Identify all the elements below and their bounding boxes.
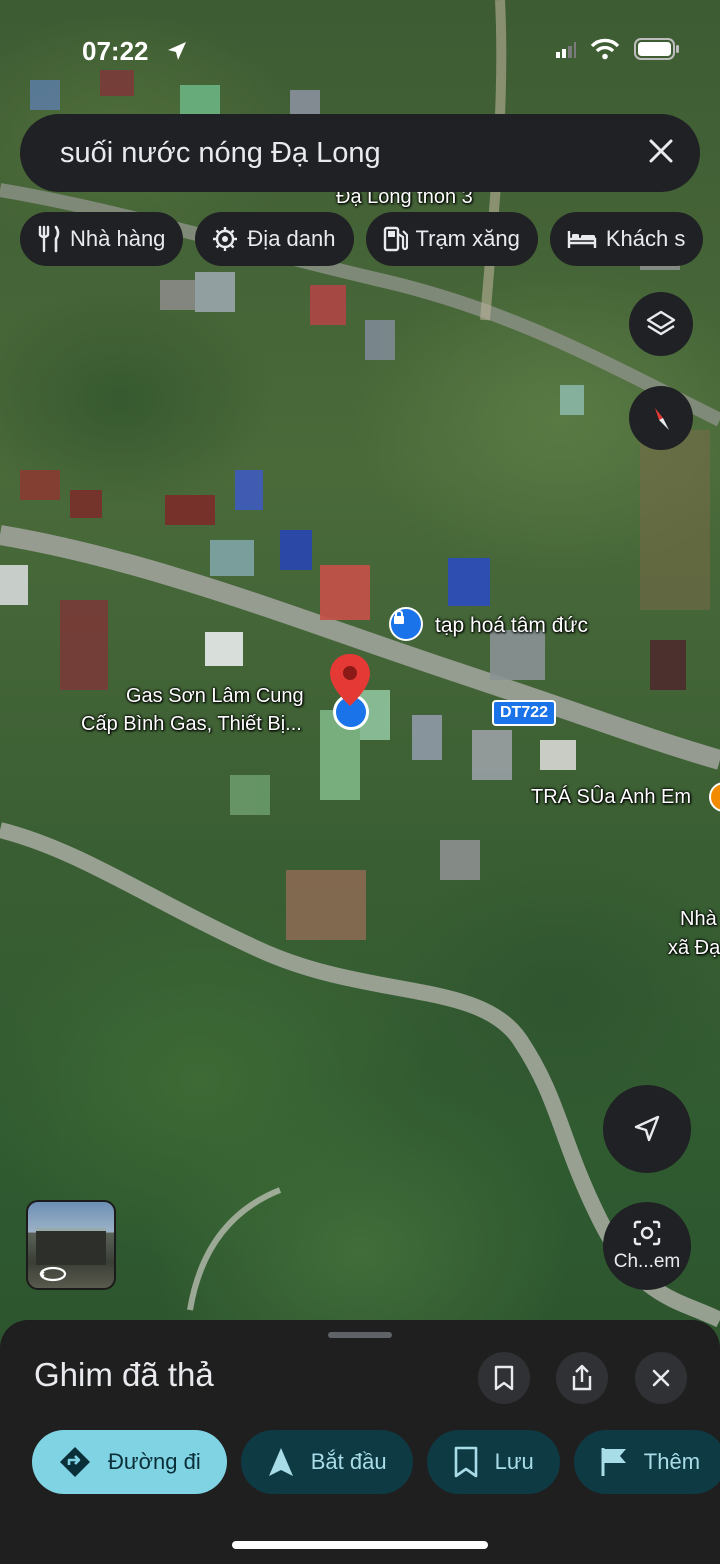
map-label-store[interactable]: tạp hoá tâm đức bbox=[435, 614, 588, 638]
chip-label: Địa danh bbox=[247, 226, 336, 251]
chip-label: Nhà hàng bbox=[70, 226, 166, 251]
landmark-icon bbox=[213, 227, 238, 251]
chip-label: Trạm xăng bbox=[415, 226, 520, 251]
save-bookmark-button[interactable] bbox=[478, 1352, 530, 1404]
cellular-signal-icon bbox=[556, 42, 576, 58]
location-arrow-icon bbox=[168, 42, 186, 60]
clear-search-button[interactable] bbox=[648, 136, 674, 170]
map-label-milktea[interactable]: TRÁ SÛa Anh Em bbox=[531, 786, 691, 809]
start-button[interactable]: Bắt đầu bbox=[240, 1430, 413, 1494]
place-bottom-sheet[interactable]: Ghim đã thả Đường đi Bắt đầu Lưu Thêm bbox=[0, 1320, 720, 1564]
status-icons bbox=[556, 38, 680, 60]
save-button[interactable]: Lưu bbox=[426, 1430, 560, 1494]
share-icon bbox=[572, 1364, 592, 1391]
category-chips: Nhà hàng Địa danh Trạm xăng Khách s bbox=[20, 212, 720, 266]
map-label-right-line1[interactable]: Nhà bbox=[680, 908, 717, 931]
flag-icon bbox=[601, 1448, 626, 1476]
street-view-thumbnail[interactable] bbox=[26, 1200, 116, 1290]
battery-icon bbox=[634, 38, 679, 60]
map-label-gas-line2[interactable]: Cấp Bình Gas, Thiết Bị... bbox=[81, 713, 302, 736]
chip-hotels[interactable]: Khách s bbox=[549, 212, 704, 266]
chip-landmarks[interactable]: Địa danh bbox=[195, 212, 354, 266]
bed-icon bbox=[567, 231, 597, 248]
chip-label: Khách s bbox=[605, 226, 686, 251]
home-indicator[interactable] bbox=[232, 1541, 488, 1549]
directions-label: Đường đi bbox=[108, 1449, 201, 1474]
map-label-right-line2[interactable]: xã Đạ bbox=[668, 937, 720, 960]
sheet-drag-handle[interactable] bbox=[328, 1332, 392, 1338]
bookmark-icon bbox=[454, 1446, 477, 1478]
save-label: Lưu bbox=[494, 1449, 534, 1474]
search-bar[interactable]: suối nước nóng Đạ Long bbox=[20, 114, 700, 192]
compass-button[interactable] bbox=[629, 386, 693, 450]
search-query[interactable]: suối nước nóng Đạ Long bbox=[60, 137, 648, 170]
place-title: Ghim đã thả bbox=[34, 1356, 214, 1393]
add-label: Thêm bbox=[643, 1449, 701, 1474]
navigation-arrow-icon bbox=[634, 1115, 660, 1142]
chip-gas-stations[interactable]: Trạm xăng bbox=[365, 212, 538, 266]
add-label-button[interactable]: Thêm bbox=[573, 1430, 720, 1494]
close-icon bbox=[649, 139, 673, 163]
directions-icon bbox=[60, 1447, 90, 1477]
share-button[interactable] bbox=[556, 1352, 608, 1404]
navigation-arrow-icon bbox=[268, 1448, 293, 1476]
camera-lens-icon bbox=[633, 1220, 661, 1246]
street-view-building bbox=[36, 1228, 106, 1265]
start-label: Bắt đầu bbox=[310, 1449, 387, 1474]
status-time: 07:22 bbox=[82, 36, 149, 66]
close-icon bbox=[652, 1369, 670, 1387]
fork-knife-icon bbox=[38, 225, 60, 253]
close-sheet-button[interactable] bbox=[635, 1352, 687, 1404]
chip-restaurants[interactable]: Nhà hàng bbox=[20, 212, 184, 266]
wifi-icon bbox=[590, 38, 620, 60]
compass-icon bbox=[655, 408, 669, 430]
bookmark-icon bbox=[494, 1365, 514, 1391]
store-poi-icon[interactable] bbox=[389, 607, 423, 641]
lens-search-label: Ch...em bbox=[613, 1251, 681, 1272]
action-buttons-row: Đường đi Bắt đầu Lưu Thêm bbox=[32, 1430, 720, 1494]
my-location-button[interactable] bbox=[603, 1085, 691, 1173]
map-label-gas-line1[interactable]: Gas Sơn Lâm Cung bbox=[126, 685, 304, 708]
rotate-360-icon bbox=[39, 1266, 67, 1282]
directions-button[interactable]: Đường đi bbox=[32, 1430, 227, 1494]
lens-search-button[interactable]: Ch...em bbox=[603, 1202, 691, 1290]
road-tag: DT722 bbox=[492, 700, 557, 726]
gas-pump-icon bbox=[383, 226, 408, 252]
layers-button[interactable] bbox=[629, 292, 693, 356]
layers-icon bbox=[646, 310, 676, 336]
